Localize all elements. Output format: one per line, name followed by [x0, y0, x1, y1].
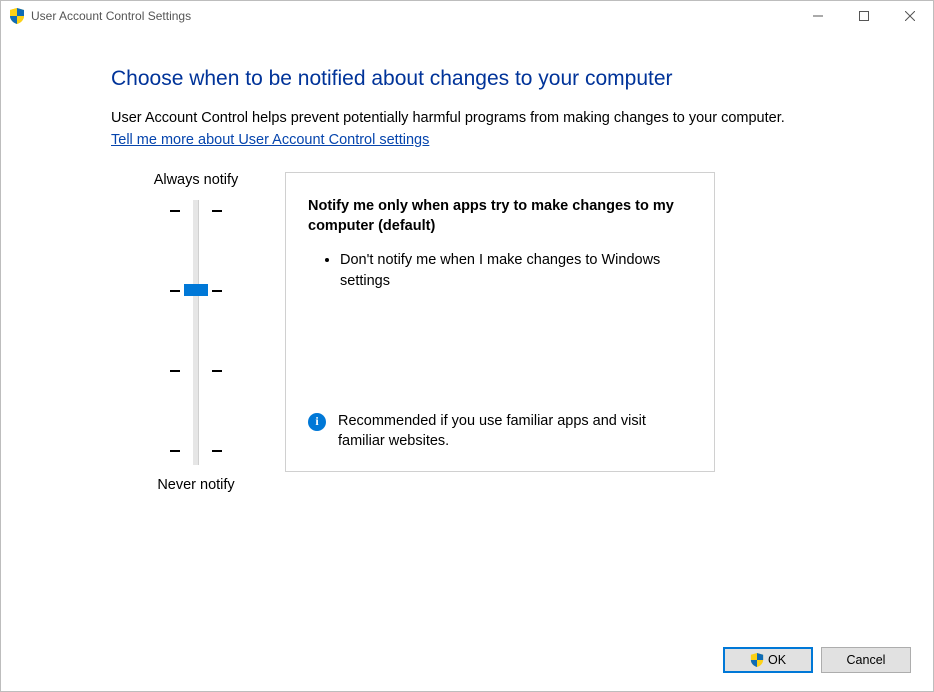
notification-title: Notify me only when apps try to make cha…: [308, 197, 692, 236]
slider-tick: [212, 210, 222, 212]
slider-track: [193, 200, 199, 465]
notification-details: Don't notify me when I make changes to W…: [308, 250, 692, 291]
slider-tick: [212, 370, 222, 372]
minimize-button[interactable]: [795, 1, 841, 31]
window-title: User Account Control Settings: [31, 9, 191, 23]
main-area: Always notify Never notify Notify me onl…: [111, 172, 863, 493]
cancel-label: Cancel: [847, 653, 886, 667]
cancel-button[interactable]: Cancel: [821, 647, 911, 673]
titlebar: User Account Control Settings: [1, 1, 933, 31]
page-heading: Choose when to be notified about changes…: [111, 67, 863, 91]
window-controls: [795, 1, 933, 31]
uac-window: User Account Control Settings Choose whe…: [0, 0, 934, 692]
slider-tick: [170, 290, 180, 292]
ok-label: OK: [768, 653, 786, 667]
slider-tick: [170, 450, 180, 452]
recommendation-text: Recommended if you use familiar apps and…: [338, 411, 692, 452]
slider-tick: [170, 210, 180, 212]
notification-bullet: Don't notify me when I make changes to W…: [340, 250, 692, 291]
slider-bottom-label: Never notify: [157, 477, 234, 493]
page-description: User Account Control helps prevent poten…: [111, 109, 851, 150]
slider-column: Always notify Never notify: [111, 172, 281, 493]
notification-slider[interactable]: [156, 200, 236, 465]
content-area: Choose when to be notified about changes…: [1, 31, 933, 691]
slider-thumb[interactable]: [184, 284, 208, 296]
slider-tick: [170, 370, 180, 372]
ok-button[interactable]: OK: [723, 647, 813, 673]
shield-icon: [750, 653, 764, 667]
notification-info-box: Notify me only when apps try to make cha…: [285, 172, 715, 472]
shield-icon: [9, 8, 25, 24]
maximize-button[interactable]: [841, 1, 887, 31]
slider-tick: [212, 450, 222, 452]
help-link[interactable]: Tell me more about User Account Control …: [111, 131, 429, 151]
button-row: OK Cancel: [723, 647, 911, 673]
info-icon: i: [308, 413, 326, 431]
slider-tick: [212, 290, 222, 292]
description-text: User Account Control helps prevent poten…: [111, 110, 785, 126]
slider-top-label: Always notify: [154, 172, 239, 188]
close-button[interactable]: [887, 1, 933, 31]
recommendation-row: i Recommended if you use familiar apps a…: [308, 391, 692, 452]
